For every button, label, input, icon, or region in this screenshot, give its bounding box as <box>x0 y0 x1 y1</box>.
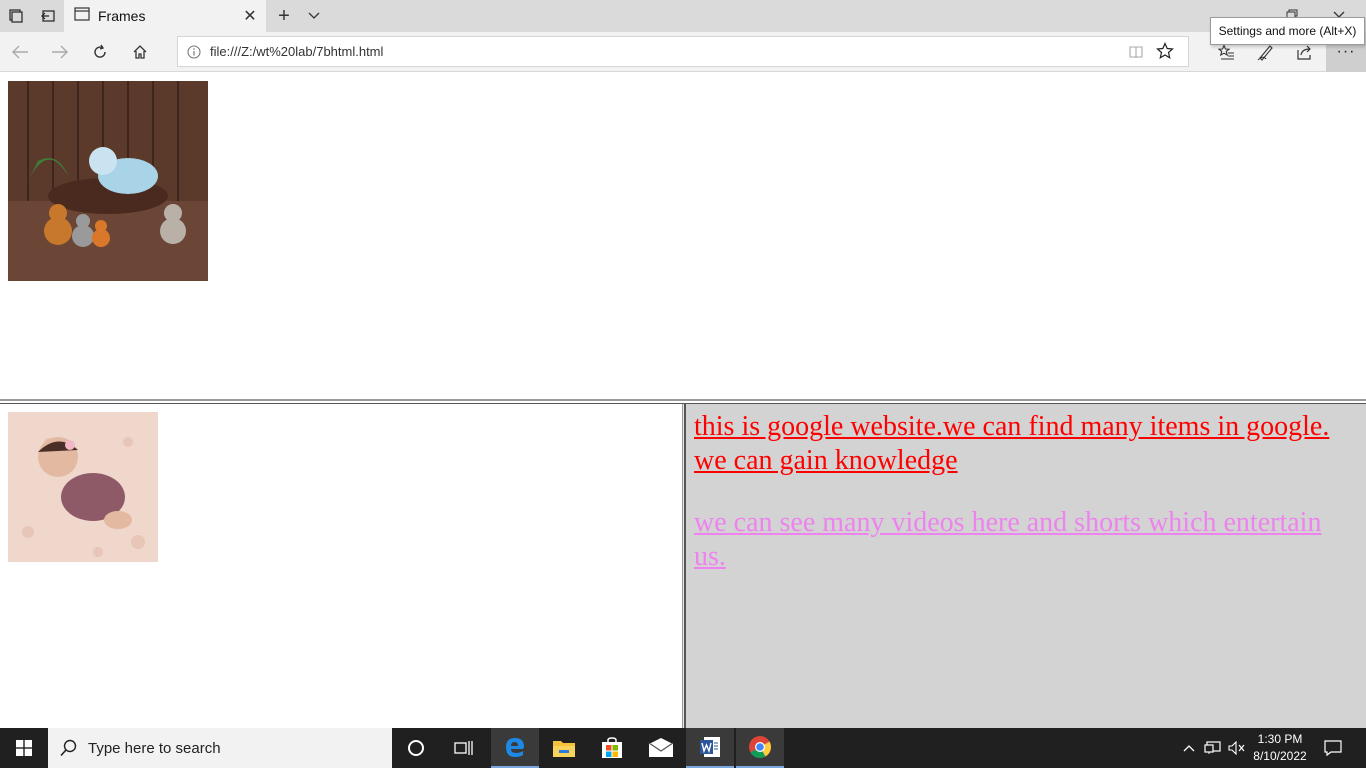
windows-taskbar: Type here to search 1:30 PM 8/10/2022 <box>0 728 1366 768</box>
tab-title: Frames <box>98 8 146 24</box>
frameset: this is google website.we can find many … <box>0 73 1366 728</box>
home-icon <box>133 45 147 59</box>
right-frame: this is google website.we can find many … <box>686 404 1366 728</box>
file-explorer-icon[interactable] <box>540 728 588 768</box>
search-placeholder: Type here to search <box>88 739 221 757</box>
tab-strip: Frames ✕ + <box>0 0 1366 32</box>
microsoft-store-icon[interactable] <box>588 728 636 768</box>
task-view-icon[interactable] <box>440 728 488 768</box>
info-icon[interactable] <box>178 36 210 67</box>
youtube-link[interactable]: we can see many videos here and shorts w… <box>694 506 1358 574</box>
network-icon[interactable] <box>1202 728 1224 768</box>
volume-muted-icon[interactable] <box>1226 728 1248 768</box>
tab-actions-icon[interactable] <box>0 0 32 32</box>
address-text: file:///Z:/wt%20lab/7bhtml.html <box>210 44 384 59</box>
clock-date: 8/10/2022 <box>1253 749 1307 763</box>
windows-logo-icon <box>16 740 32 756</box>
cortana-icon[interactable] <box>392 728 440 768</box>
google-link[interactable]: this is google website.we can find many … <box>694 410 1358 478</box>
browser-toolbar: file:///Z:/wt%20lab/7bhtml.html ··· <box>0 32 1366 72</box>
tab-frames[interactable]: Frames ✕ <box>64 0 266 32</box>
taskbar-search-box[interactable]: Type here to search <box>48 728 392 768</box>
refresh-icon <box>94 44 106 58</box>
word-icon[interactable] <box>686 728 734 768</box>
newborn-photo-icon <box>8 412 158 562</box>
set-aside-tabs-icon[interactable] <box>32 0 64 32</box>
left-frame <box>0 404 682 728</box>
address-bar[interactable]: file:///Z:/wt%20lab/7bhtml.html <box>177 36 1189 67</box>
show-hidden-icons-chevron-icon[interactable] <box>1178 728 1200 768</box>
tab-preview-chevron-icon[interactable] <box>300 0 328 32</box>
system-clock[interactable]: 1:30 PM 8/10/2022 <box>1250 731 1310 765</box>
settings-tooltip: Settings and more (Alt+X) <box>1210 17 1365 45</box>
notifications-icon[interactable] <box>1318 728 1348 768</box>
baby-sleeping-photo-icon <box>8 81 208 281</box>
close-tab-icon[interactable]: ✕ <box>242 8 258 25</box>
home-button[interactable] <box>120 32 160 72</box>
forward-button[interactable] <box>40 32 80 72</box>
search-icon <box>60 739 77 757</box>
chrome-icon[interactable] <box>736 728 784 768</box>
new-tab-button[interactable]: + <box>270 0 298 32</box>
back-button[interactable] <box>0 32 40 72</box>
edge-browser-icon[interactable] <box>491 728 539 768</box>
favorite-star-icon[interactable] <box>1156 42 1176 62</box>
clock-time: 1:30 PM <box>1257 732 1303 746</box>
refresh-button[interactable] <box>80 32 120 72</box>
page-icon <box>74 6 90 26</box>
mail-icon[interactable] <box>637 728 685 768</box>
start-button[interactable] <box>0 728 48 768</box>
reading-view-icon[interactable] <box>1128 44 1144 60</box>
forward-arrow-icon <box>52 45 68 59</box>
top-frame <box>0 73 1366 399</box>
back-arrow-icon <box>12 45 28 59</box>
